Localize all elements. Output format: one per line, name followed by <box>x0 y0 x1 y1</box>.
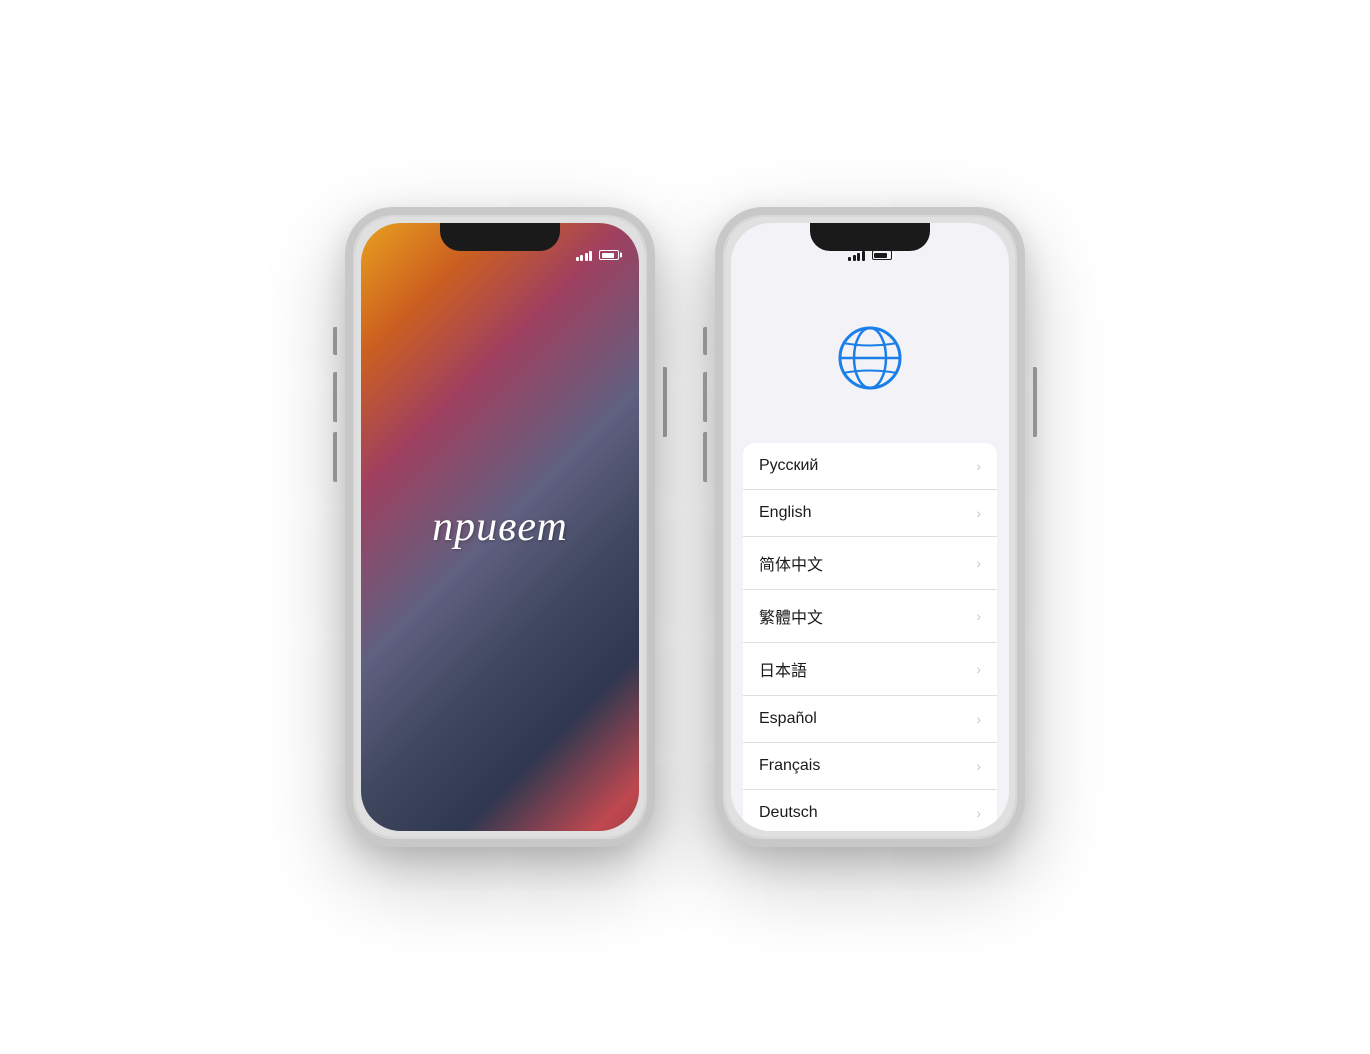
language-item-simplified-chinese[interactable]: 简体中文 › <box>743 537 997 590</box>
language-item-french[interactable]: Français › <box>743 743 997 790</box>
signal-bar-r1 <box>848 257 851 261</box>
language-item-russian[interactable]: Русский › <box>743 443 997 490</box>
left-phone: привет <box>345 207 655 847</box>
language-list: Русский›English›简体中文›繁體中文›日本語›Español›Fr… <box>743 443 997 831</box>
volume-up-button-right-phone[interactable] <box>703 372 707 422</box>
language-name-spanish: Español <box>759 710 817 728</box>
signal-bar-r2 <box>853 255 856 261</box>
notch-left <box>440 223 560 251</box>
chevron-icon-french: › <box>976 758 981 774</box>
phone-screen-right: Русский›English›简体中文›繁體中文›日本語›Español›Fr… <box>731 223 1009 831</box>
status-icons-left <box>576 249 620 261</box>
volume-down-button-right-phone[interactable] <box>703 432 707 482</box>
mute-button[interactable] <box>333 327 337 355</box>
battery-fill-right <box>874 253 887 258</box>
chevron-icon-traditional-chinese: › <box>976 608 981 624</box>
phone-frame-right: Русский›English›简体中文›繁體中文›日本語›Español›Fr… <box>715 207 1025 847</box>
chevron-icon-german: › <box>976 805 981 821</box>
right-phone: Русский›English›简体中文›繁體中文›日本語›Español›Fr… <box>715 207 1025 847</box>
chevron-icon-spanish: › <box>976 711 981 727</box>
language-name-french: Français <box>759 757 820 775</box>
signal-bar-r3 <box>857 253 860 261</box>
globe-icon <box>835 323 905 393</box>
language-item-japanese[interactable]: 日本語 › <box>743 643 997 696</box>
chevron-icon-japanese: › <box>976 661 981 677</box>
mute-button-right-phone[interactable] <box>703 327 707 355</box>
language-name-traditional-chinese: 繁體中文 <box>759 604 823 628</box>
language-item-english[interactable]: English › <box>743 490 997 537</box>
language-name-russian: Русский <box>759 457 818 475</box>
signal-bar-r4 <box>862 251 865 261</box>
language-name-english: English <box>759 504 811 522</box>
chevron-icon-english: › <box>976 505 981 521</box>
phone-screen-left: привет <box>361 223 639 831</box>
language-name-japanese: 日本語 <box>759 657 807 681</box>
signal-bar-4 <box>589 251 592 261</box>
battery-icon-right <box>872 250 892 260</box>
signal-bar-1 <box>576 257 579 261</box>
power-button[interactable] <box>663 367 667 437</box>
globe-area <box>731 323 1009 393</box>
signal-bars-left <box>576 249 593 261</box>
language-name-german: Deutsch <box>759 804 818 822</box>
chevron-icon-simplified-chinese: › <box>976 555 981 571</box>
notch-right <box>810 223 930 251</box>
signal-bar-3 <box>585 253 588 261</box>
power-button-right-phone[interactable] <box>1033 367 1037 437</box>
chevron-icon-russian: › <box>976 458 981 474</box>
language-item-traditional-chinese[interactable]: 繁體中文 › <box>743 590 997 643</box>
battery-fill-left <box>602 253 615 258</box>
greeting-text: привет <box>432 503 568 551</box>
language-item-spanish[interactable]: Español › <box>743 696 997 743</box>
volume-down-button[interactable] <box>333 432 337 482</box>
phone-frame-left: привет <box>345 207 655 847</box>
volume-up-button[interactable] <box>333 372 337 422</box>
signal-bar-2 <box>580 255 583 261</box>
language-name-simplified-chinese: 简体中文 <box>759 551 823 575</box>
language-item-german[interactable]: Deutsch › <box>743 790 997 831</box>
battery-icon-left <box>599 250 619 260</box>
